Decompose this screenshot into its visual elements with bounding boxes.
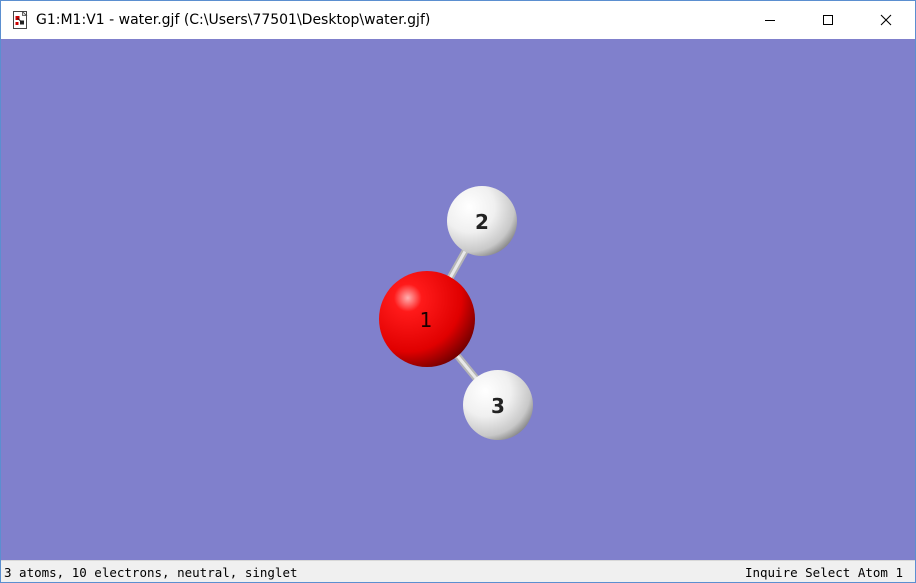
atom-1-oxygen[interactable]: 1 xyxy=(379,271,475,367)
maximize-icon xyxy=(823,15,833,25)
molecule-info-text: 3 atoms, 10 electrons, neutral, singlet xyxy=(4,565,298,580)
atom-label-2: 2 xyxy=(475,210,489,234)
minimize-button[interactable] xyxy=(741,1,799,39)
close-icon xyxy=(880,14,892,26)
atom-2-hydrogen[interactable]: 2 xyxy=(447,186,517,256)
window-title: G1:M1:V1 - water.gjf (C:\Users\77501\Des… xyxy=(36,12,431,28)
maximize-button[interactable] xyxy=(799,1,857,39)
minimize-icon xyxy=(765,20,775,21)
close-button[interactable] xyxy=(857,1,915,39)
atom-label-1: 1 xyxy=(420,308,433,332)
atom-label-3: 3 xyxy=(491,394,505,418)
gaussview-file-icon xyxy=(13,11,28,29)
status-bar: 3 atoms, 10 electrons, neutral, singlet … xyxy=(1,560,915,582)
molecule-canvas[interactable]: 2 3 1 xyxy=(1,39,915,560)
window-controls xyxy=(741,1,915,39)
mode-status-text: Inquire Select Atom 1 xyxy=(744,565,903,580)
molecule-viewport[interactable]: 2 3 1 xyxy=(1,39,915,560)
title-bar[interactable]: G1:M1:V1 - water.gjf (C:\Users\77501\Des… xyxy=(1,1,915,39)
atom-3-hydrogen[interactable]: 3 xyxy=(463,370,533,440)
application-window: G1:M1:V1 - water.gjf (C:\Users\77501\Des… xyxy=(0,0,916,583)
